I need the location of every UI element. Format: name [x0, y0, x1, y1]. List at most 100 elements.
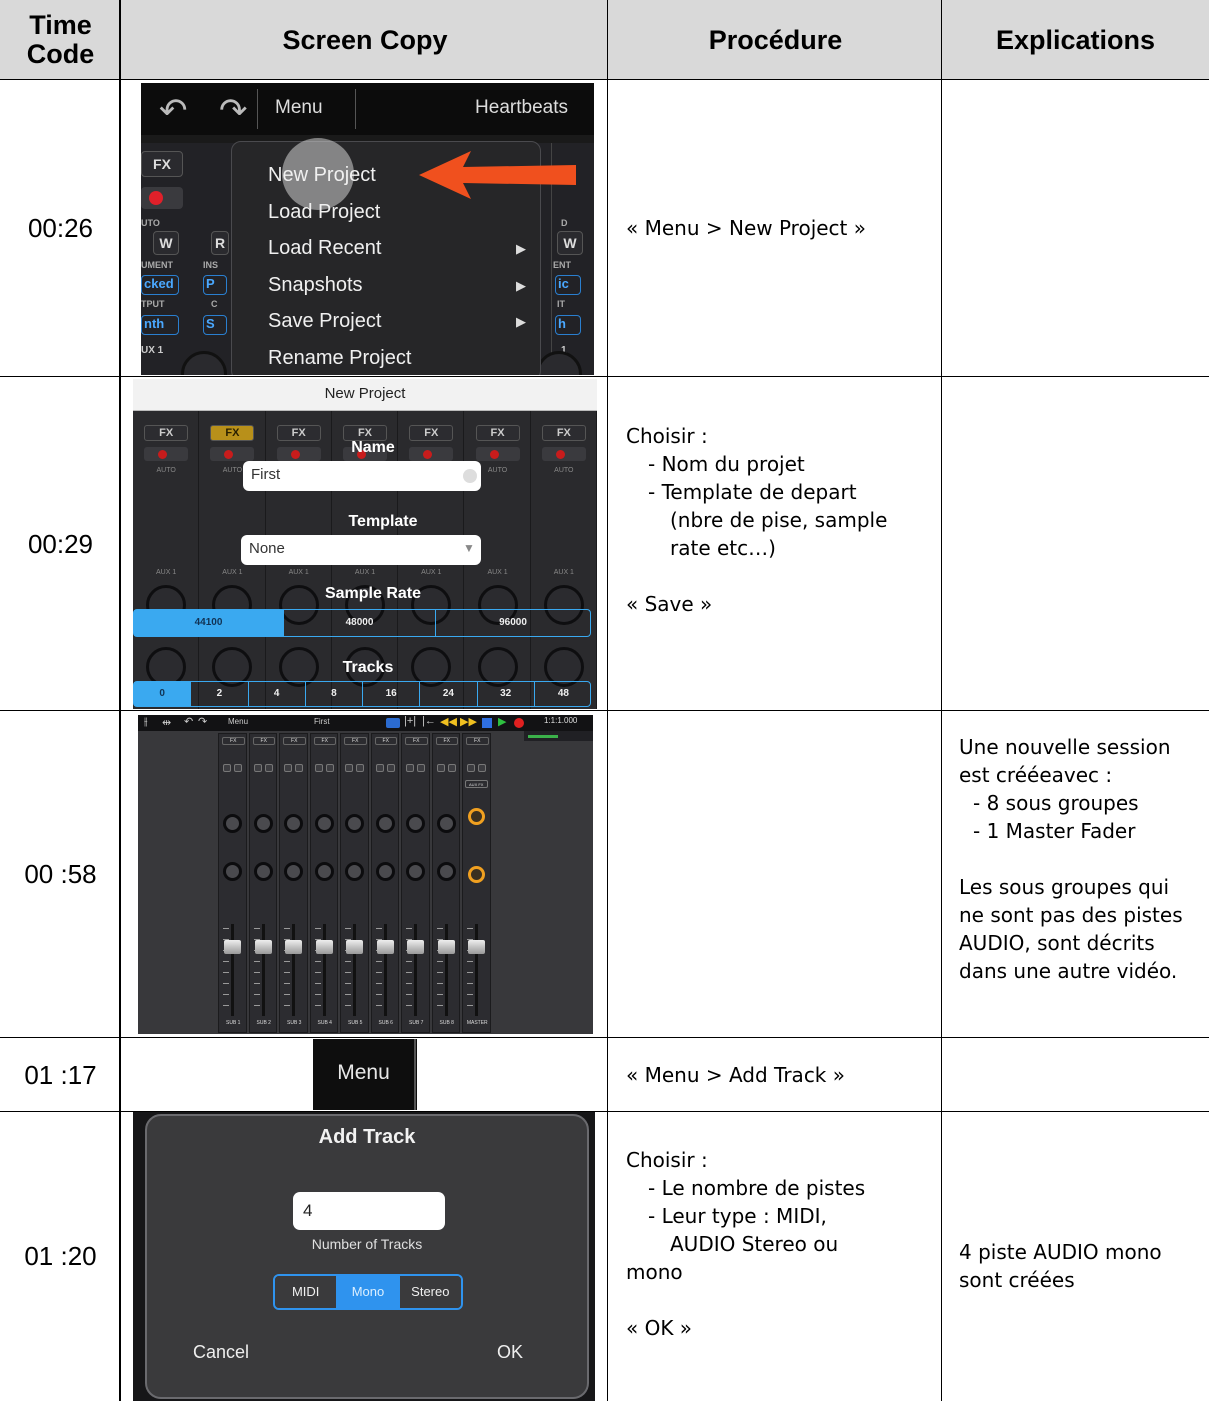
track-type-option[interactable]: Mono — [337, 1276, 400, 1308]
knob[interactable] — [314, 862, 334, 881]
tracks-segmented[interactable]: 0 2 4 8 16 24 32 48 — [133, 681, 591, 707]
knob[interactable] — [253, 862, 273, 881]
menu-button[interactable]: Menu — [228, 717, 248, 726]
write-button[interactable] — [264, 764, 273, 772]
knob[interactable] — [468, 866, 485, 883]
move-icon[interactable]: ⇹ — [162, 716, 171, 729]
fader-handle[interactable] — [315, 940, 333, 954]
cancel-button[interactable]: Cancel — [193, 1342, 249, 1363]
name-input[interactable]: First — [243, 461, 481, 491]
fx-button[interactable]: FX — [313, 737, 336, 745]
sample-rate-option[interactable]: 96000 — [436, 610, 590, 636]
menu-button[interactable]: Menu — [313, 1061, 414, 1085]
knob[interactable] — [284, 862, 303, 881]
fx-button[interactable]: FX — [222, 737, 245, 745]
menu-button[interactable]: Menu — [275, 97, 323, 119]
clear-icon[interactable] — [463, 469, 477, 483]
write-button[interactable] — [447, 764, 456, 772]
instrument-value[interactable]: ic — [555, 275, 581, 295]
read-button[interactable] — [223, 764, 231, 772]
fader-handle[interactable] — [468, 940, 485, 954]
fx-button[interactable]: FX — [210, 425, 255, 441]
track-count-option[interactable]: 48 — [535, 682, 592, 706]
fader-handle[interactable] — [346, 940, 363, 954]
redo-icon[interactable]: ↷ — [198, 715, 207, 728]
read-button[interactable] — [345, 764, 353, 772]
instrument-value[interactable]: cked — [141, 275, 179, 295]
track-type-segmented[interactable]: MIDI Mono Stereo — [273, 1274, 463, 1310]
read-button[interactable] — [284, 764, 292, 772]
read-button[interactable] — [375, 764, 384, 772]
knob[interactable] — [345, 814, 364, 833]
menu-item[interactable]: Load Recent ▶ — [268, 233, 538, 270]
fx-button[interactable]: FX — [475, 425, 520, 441]
ok-button[interactable]: OK — [497, 1342, 523, 1363]
knob[interactable] — [436, 814, 456, 833]
write-button[interactable] — [295, 764, 303, 772]
knob[interactable] — [406, 814, 425, 833]
sample-rate-option[interactable]: 48000 — [284, 610, 436, 636]
fader-handle[interactable] — [285, 940, 302, 954]
sample-rate-option[interactable]: 44100 — [134, 610, 284, 636]
fx-button[interactable]: FX — [141, 151, 183, 177]
return-icon[interactable]: |← — [422, 715, 436, 727]
undo-icon[interactable]: ↶ — [184, 715, 193, 728]
fader-handle[interactable] — [437, 940, 455, 954]
knob[interactable] — [284, 814, 303, 833]
stop-icon[interactable] — [482, 718, 492, 728]
fader-handle[interactable] — [376, 940, 394, 954]
write-button[interactable] — [325, 764, 334, 772]
track-count-option[interactable]: 4 — [249, 682, 306, 706]
read-button[interactable] — [253, 764, 262, 772]
mixer-icon[interactable]: ⫲ — [144, 716, 148, 729]
sample-rate-segmented[interactable]: 44100 48000 96000 — [133, 609, 591, 637]
output-value[interactable]: h — [555, 315, 581, 335]
knob[interactable] — [223, 862, 242, 881]
write-button[interactable] — [234, 764, 242, 772]
read-button[interactable] — [436, 764, 445, 772]
knob[interactable] — [375, 814, 395, 833]
fx-button[interactable]: FX — [541, 425, 586, 441]
track-count-option[interactable]: 16 — [363, 682, 421, 706]
fx-button[interactable]: FX — [283, 737, 306, 745]
knob[interactable] — [436, 862, 456, 881]
rewind-icon[interactable]: ◀◀ — [440, 715, 457, 728]
fx-button[interactable]: FX — [144, 425, 189, 441]
fader-handle[interactable] — [224, 940, 241, 954]
track-type-option[interactable]: Stereo — [399, 1276, 461, 1308]
knob[interactable] — [253, 814, 273, 833]
knob[interactable] — [223, 814, 242, 833]
knob[interactable] — [406, 862, 425, 881]
track-count-option[interactable]: 32 — [478, 682, 535, 706]
fx-button[interactable]: FX — [405, 737, 428, 745]
loop-icon[interactable]: |+| — [404, 715, 416, 727]
menu-item[interactable]: Save Project ▶ — [268, 306, 538, 343]
output-value[interactable]: nth — [141, 315, 179, 335]
play-icon[interactable]: ▶ — [498, 715, 506, 728]
menu-item[interactable]: Rename Project — [268, 343, 538, 376]
track-count-option[interactable]: 2 — [191, 682, 249, 706]
template-select[interactable]: None — [241, 535, 481, 565]
knob[interactable] — [345, 862, 364, 881]
midi-icon[interactable] — [386, 718, 400, 728]
read-button[interactable] — [314, 764, 323, 772]
knob[interactable] — [314, 814, 334, 833]
read-button[interactable]: R — [211, 231, 229, 255]
fast-forward-icon[interactable]: ▶▶ — [460, 715, 477, 728]
track-count-option[interactable]: 24 — [420, 682, 478, 706]
write-button[interactable] — [356, 764, 364, 772]
write-button[interactable] — [478, 764, 486, 772]
write-button[interactable]: W — [557, 231, 583, 255]
write-button[interactable]: W — [153, 231, 179, 255]
menu-item[interactable]: Snapshots ▶ — [268, 270, 538, 307]
fx-button[interactable]: FX — [374, 737, 397, 745]
instrument-value[interactable]: P — [203, 275, 227, 295]
write-button[interactable] — [417, 764, 425, 772]
track-count-input[interactable]: 4 — [293, 1192, 445, 1230]
track-type-option[interactable]: MIDI — [275, 1276, 338, 1308]
fx-button[interactable]: FX — [344, 737, 367, 745]
fader-handle[interactable] — [407, 940, 424, 954]
knob[interactable] — [375, 862, 395, 881]
read-button[interactable] — [406, 764, 414, 772]
write-button[interactable] — [386, 764, 395, 772]
